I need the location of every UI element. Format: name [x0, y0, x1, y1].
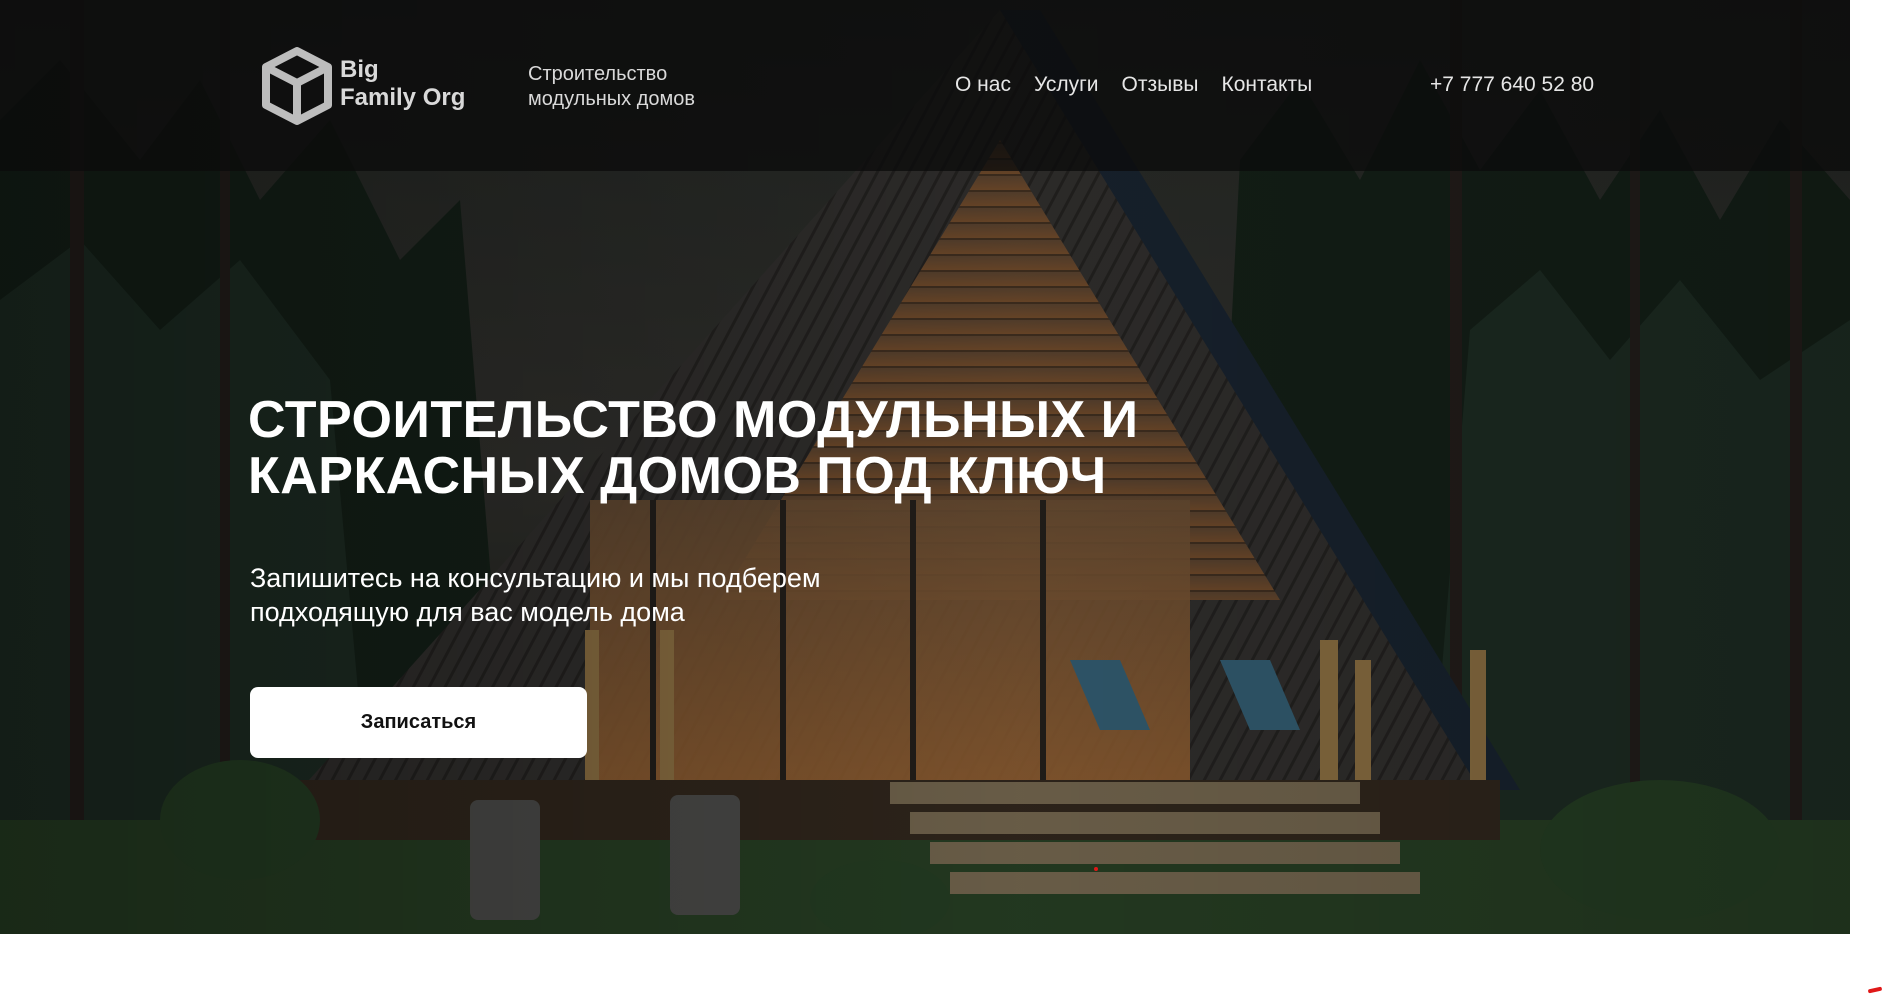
phone-link[interactable]: +7 777 640 52 80 [1430, 73, 1594, 97]
hero-title-line-1: СТРОИТЕЛЬСТВО МОДУЛЬНЫХ И [248, 391, 1139, 449]
nav-link-services[interactable]: Услуги [1034, 73, 1099, 97]
site-header: Big Family Org Строительство модульных д… [0, 0, 1850, 171]
hero-title-line-2: КАРКАСНЫХ ДОМОВ ПОД КЛЮЧ [248, 447, 1107, 505]
hero-subtitle-line-2: подходящую для вас модель дома [250, 597, 685, 627]
nav-link-contacts[interactable]: Контакты [1221, 73, 1312, 97]
brand-line-2: Family Org [340, 84, 466, 111]
tagline-line-1: Строительство [528, 63, 668, 85]
slider-indicator-dot[interactable] [1094, 867, 1098, 871]
red-mark [1867, 986, 1883, 994]
cube-logo-icon[interactable] [260, 45, 334, 127]
nav-link-about[interactable]: О нас [955, 73, 1011, 97]
hero-title: СТРОИТЕЛЬСТВО МОДУЛЬНЫХ И КАРКАСНЫХ ДОМО… [248, 392, 1248, 504]
brand-name[interactable]: Big Family Org [340, 56, 500, 112]
hero-subtitle-line-1: Запишитесь на консультацию и мы подберем [250, 563, 821, 593]
hero-section: Big Family Org Строительство модульных д… [0, 0, 1850, 934]
nav-link-reviews[interactable]: Отзывы [1122, 73, 1199, 97]
tagline-line-2: модульных домов [528, 88, 696, 110]
signup-button[interactable]: Записаться [250, 687, 587, 758]
hero-subtitle: Запишитесь на консультацию и мы подберем… [250, 561, 1010, 629]
header-tagline: Строительство модульных домов [528, 62, 748, 112]
main-nav: О нас Услуги Отзывы Контакты [955, 73, 1335, 97]
brand-line-1: Big [340, 56, 379, 83]
